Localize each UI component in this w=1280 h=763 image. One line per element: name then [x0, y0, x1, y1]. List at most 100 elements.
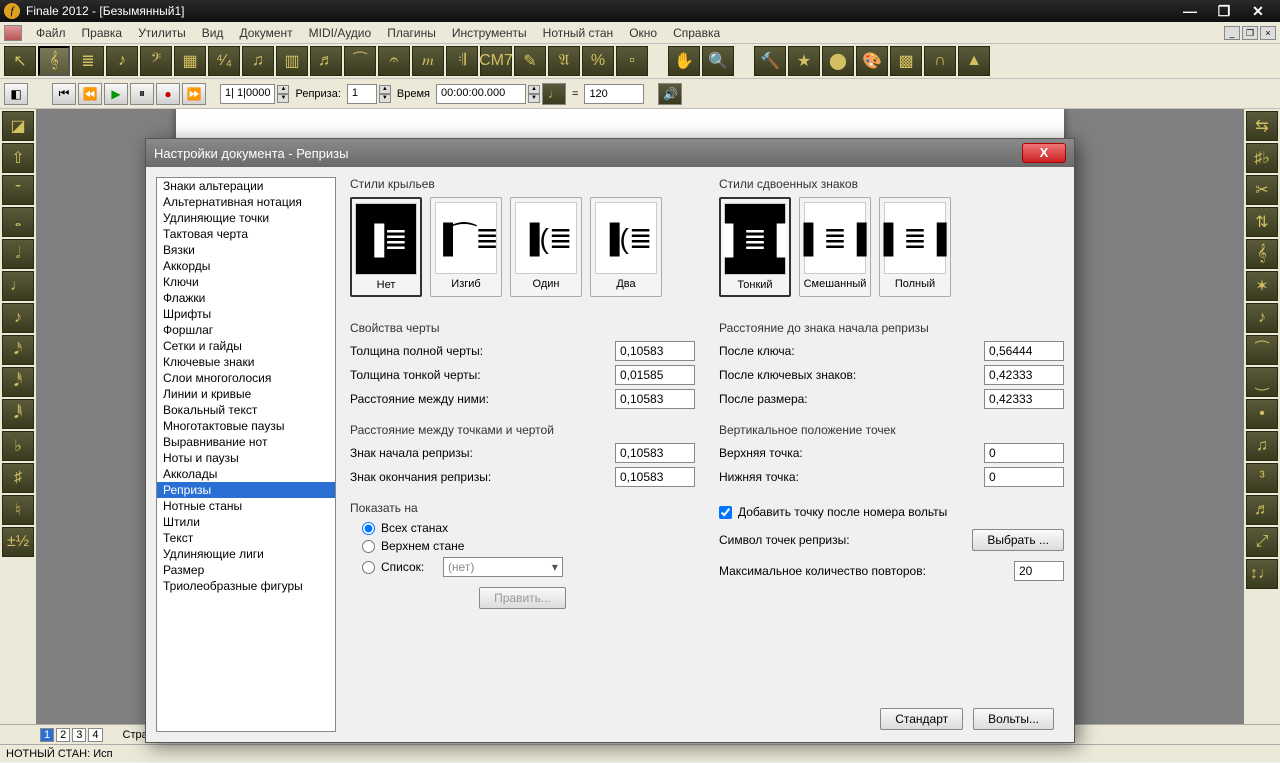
edit-list-button[interactable]: Править...	[479, 587, 566, 609]
show-on-all-radio[interactable]	[362, 522, 375, 535]
after-key-input[interactable]	[984, 365, 1064, 385]
sixtyfourth-note-icon[interactable]: 𝅘𝅥𝅱	[2, 399, 34, 429]
page-tab-4[interactable]: 4	[88, 728, 102, 742]
break-beam-icon[interactable]: ⤢	[1246, 527, 1278, 557]
menu-plugins[interactable]: Плагины	[379, 24, 444, 42]
metronome-tool-icon[interactable]: ▲	[958, 46, 990, 76]
voltas-button[interactable]: Вольты...	[973, 708, 1054, 730]
tempo-field[interactable]	[584, 84, 644, 104]
staff-list-combo[interactable]: (нет)	[443, 557, 563, 577]
choose-symbol-button[interactable]: Выбрать ...	[972, 529, 1064, 551]
half-step-icon[interactable]: ±½	[2, 527, 34, 557]
vert-arrows-icon[interactable]: ⇅	[1246, 207, 1278, 237]
category-list[interactable]: Знаки альтерацииАльтернативная нотацияУд…	[156, 177, 336, 732]
natural-icon[interactable]: ♮	[2, 495, 34, 525]
smart-shape-tool-icon[interactable]: ✎	[514, 46, 546, 76]
menu-midi[interactable]: MIDI/Аудио	[301, 24, 380, 42]
slur-icon[interactable]: ‿	[1246, 367, 1278, 397]
menu-view[interactable]: Вид	[194, 24, 232, 42]
double-style-option[interactable]: ▌≣▐Полный	[879, 197, 951, 297]
chord-tool-icon[interactable]: CM7	[480, 46, 512, 76]
category-item[interactable]: Удлиняющие точки	[157, 210, 335, 226]
clef-tool-icon[interactable]: 𝄢	[140, 46, 172, 76]
rewind-button[interactable]: ⏪	[78, 83, 102, 105]
window-close-button[interactable]: ✕	[1246, 3, 1270, 19]
time-tool-icon[interactable]: ⁴⁄₄	[208, 46, 240, 76]
enharmonic-icon[interactable]: ♯♭	[1246, 143, 1278, 173]
repeat-tool-icon[interactable]: 𝄇	[446, 46, 478, 76]
forward-button[interactable]: ⏩	[182, 83, 206, 105]
page-tab-1[interactable]: 1	[40, 728, 54, 742]
wing-style-option[interactable]: ▐(≣Два	[590, 197, 662, 297]
dynamic-tool-icon[interactable]: 𝆐	[412, 46, 444, 76]
menu-file[interactable]: Файл	[28, 24, 74, 42]
beam-tool-icon[interactable]: ♬	[310, 46, 342, 76]
repriza-spinner[interactable]: ▲▼	[379, 85, 391, 103]
music-symbol-icon[interactable]: 𝄞	[1246, 239, 1278, 269]
end-repeat-input[interactable]	[615, 467, 695, 487]
wing-style-option[interactable]: ▐⁀≣Изгиб	[430, 197, 502, 297]
category-item[interactable]: Вязки	[157, 242, 335, 258]
wing-style-option[interactable]: ▐(≣Один	[510, 197, 582, 297]
time-spinner[interactable]: ▲▼	[528, 85, 540, 103]
category-item[interactable]: Текст	[157, 530, 335, 546]
standard-button[interactable]: Стандарт	[880, 708, 963, 730]
half-note-icon[interactable]: 𝅗𝅥	[2, 239, 34, 269]
simple-entry-tool-icon[interactable]: ≣	[72, 46, 104, 76]
mdi-close-button[interactable]: ×	[1260, 26, 1276, 40]
category-item[interactable]: Сетки и гайды	[157, 338, 335, 354]
category-item[interactable]: Многотактовые паузы	[157, 418, 335, 434]
quarter-note-icon[interactable]: ♩	[2, 271, 34, 301]
category-item[interactable]: Выравнивание нот	[157, 434, 335, 450]
thin-input[interactable]	[615, 365, 695, 385]
category-item[interactable]: Ключевые знаки	[157, 354, 335, 370]
max-repeats-input[interactable]	[1014, 561, 1064, 581]
menu-edit[interactable]: Правка	[74, 24, 131, 42]
dot-icon[interactable]: •	[1246, 399, 1278, 429]
circles-tool-icon[interactable]: ⬤	[822, 46, 854, 76]
category-item[interactable]: Вокальный текст	[157, 402, 335, 418]
sharp-icon[interactable]: ♯	[2, 463, 34, 493]
palette-tool-icon[interactable]: 🎨	[856, 46, 888, 76]
category-item[interactable]: Репризы	[157, 482, 335, 498]
articulation-tool-icon[interactable]: 𝄐	[378, 46, 410, 76]
mdi-minimize-button[interactable]: _	[1224, 26, 1240, 40]
wing-style-option[interactable]: ▐≣Нет	[350, 197, 422, 297]
eighth-note-icon[interactable]: ♪	[2, 303, 34, 333]
staff-tool-icon[interactable]: 𝄞	[38, 46, 70, 76]
tuplet-tool-icon[interactable]: ♫	[242, 46, 274, 76]
category-item[interactable]: Слои многоголосия	[157, 370, 335, 386]
window-minimize-button[interactable]: —	[1178, 3, 1202, 19]
category-item[interactable]: Акколады	[157, 466, 335, 482]
keyboard-tool-icon[interactable]: ▥	[276, 46, 308, 76]
menu-help[interactable]: Справка	[665, 24, 728, 42]
key-tool-icon[interactable]: ▦	[174, 46, 206, 76]
transport-setup-button[interactable]: ◧	[4, 83, 28, 105]
after-time-input[interactable]	[984, 389, 1064, 409]
time-field[interactable]: 00:00:00.000	[436, 84, 526, 104]
tie-icon[interactable]: ⁀	[1246, 335, 1278, 365]
category-item[interactable]: Шрифты	[157, 306, 335, 322]
menu-utilities[interactable]: Утилиты	[130, 24, 194, 42]
horiz-arrows-icon[interactable]: ⇆	[1246, 111, 1278, 141]
triplet-icon[interactable]: ³	[1246, 463, 1278, 493]
zoom-tool-icon[interactable]: 🔍	[702, 46, 734, 76]
star-tool-icon[interactable]: ★	[788, 46, 820, 76]
window-restore-button[interactable]: ❐	[1212, 3, 1236, 19]
measure-spinner[interactable]: ▲▼	[277, 85, 289, 103]
add-dot-checkbox[interactable]	[719, 506, 732, 519]
speedy-tool-icon[interactable]: ♪	[106, 46, 138, 76]
eraser-icon[interactable]: ◪	[2, 111, 34, 141]
start-repeat-input[interactable]	[615, 443, 695, 463]
hammer-tool-icon[interactable]: 🔨	[754, 46, 786, 76]
mdi-restore-button[interactable]: ❐	[1242, 26, 1258, 40]
category-item[interactable]: Альтернативная нотация	[157, 194, 335, 210]
selection-tool-icon[interactable]: ↖	[4, 46, 36, 76]
rewind-start-button[interactable]: ⏮	[52, 83, 76, 105]
double-style-option[interactable]: ▌≣▐Тонкий	[719, 197, 791, 297]
menu-staff[interactable]: Нотный стан	[535, 24, 622, 42]
category-item[interactable]: Флажки	[157, 290, 335, 306]
show-on-list-radio[interactable]	[362, 561, 375, 574]
note-value-button[interactable]: ♩	[542, 83, 566, 105]
category-item[interactable]: Ноты и паузы	[157, 450, 335, 466]
